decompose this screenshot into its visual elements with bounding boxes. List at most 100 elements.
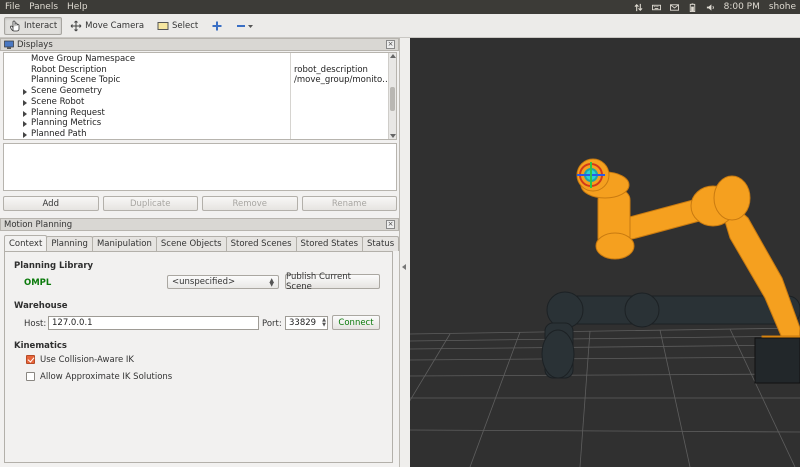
keyboard-icon[interactable] — [651, 3, 661, 12]
motion-planning-close-button[interactable]: × — [386, 220, 395, 229]
host-input[interactable]: 127.0.0.1 — [48, 316, 259, 330]
display-tree-row[interactable]: Scene Geometry — [4, 86, 390, 97]
tab-stored-scenes[interactable]: Stored Scenes — [225, 236, 297, 251]
port-spinbox[interactable]: 33829 ▲ ▼ — [285, 316, 328, 330]
planner-select-value: <unspecified> — [172, 277, 236, 287]
select-tool-button[interactable]: Select — [152, 17, 203, 35]
clock[interactable]: 8:00 PM — [724, 2, 760, 12]
tab-context[interactable]: Context — [4, 235, 48, 251]
displays-panel-header: Displays × — [0, 38, 399, 51]
orange-robot — [576, 158, 800, 384]
spin-arrows-icon[interactable]: ▲ ▼ — [322, 318, 326, 328]
display-tree-label: Scene Geometry — [31, 86, 103, 97]
expand-arrow-icon[interactable] — [23, 121, 27, 128]
menu-file[interactable]: File — [0, 2, 24, 12]
network-arrows-icon[interactable] — [634, 3, 643, 12]
warehouse-title: Warehouse — [14, 301, 68, 311]
user-name[interactable]: shohe — [769, 2, 796, 12]
mail-icon[interactable] — [669, 3, 679, 12]
tab-status[interactable]: Status — [362, 236, 400, 251]
display-tree-value[interactable]: robot_description — [294, 65, 368, 75]
port-value: 33829 — [289, 318, 317, 328]
display-tree-label: Robot Description — [31, 64, 107, 75]
menu-help[interactable]: Help — [62, 2, 92, 12]
displays-title: Displays — [17, 39, 53, 50]
display-tree-label: Planning Scene Topic — [31, 75, 121, 86]
displays-tree[interactable]: Move Group Namespace Robot Description rob… — [3, 52, 397, 140]
volume-icon[interactable] — [706, 3, 715, 12]
displays-scrollbar[interactable] — [388, 53, 396, 139]
host-label: Host: — [24, 319, 47, 329]
interact-tool-button[interactable]: Interact — [4, 16, 63, 35]
scrollbar-thumb[interactable] — [390, 87, 395, 111]
move-camera-tool-button[interactable]: Move Camera — [65, 17, 149, 35]
kinematics-title: Kinematics — [14, 341, 67, 351]
expand-arrow-icon[interactable] — [23, 89, 27, 96]
select-label: Select — [172, 20, 199, 31]
duplicate-display-button[interactable]: Duplicate — [102, 196, 198, 211]
battery-icon[interactable] — [688, 2, 697, 12]
minus-dropdown-icon — [237, 24, 254, 28]
display-tree-row[interactable]: Move Group Namespace — [4, 54, 390, 65]
display-description-box — [3, 143, 397, 191]
3d-viewport[interactable] — [410, 38, 800, 467]
menu-panels[interactable]: Panels — [24, 2, 62, 12]
tab-scene-objects[interactable]: Scene Objects — [155, 236, 227, 251]
display-tree-label: Planning Request — [31, 107, 105, 118]
motion-planning-panel-header: Motion Planning × — [0, 218, 399, 231]
crosshair-plus-icon — [212, 21, 222, 30]
tab-stored-states[interactable]: Stored States — [295, 236, 364, 251]
move-camera-icon — [70, 20, 82, 31]
display-tree-label: Planned Path — [31, 128, 87, 139]
remove-display-button[interactable]: Remove — [202, 196, 298, 211]
context-tab-body: Planning Library OMPL <unspecified> ▲ ▼ P… — [4, 251, 393, 463]
display-tree-row[interactable]: Scene Robot — [4, 97, 390, 108]
collision-aware-ik-checkbox[interactable] — [26, 355, 35, 364]
system-tray: 8:00 PM shohe — [634, 2, 800, 12]
connect-button[interactable]: Connect — [332, 315, 380, 330]
tab-planning[interactable]: Planning — [46, 236, 93, 251]
approx-ik-label: Allow Approximate IK Solutions — [40, 372, 173, 382]
dock-splitter[interactable] — [400, 38, 410, 467]
select-rectangle-icon — [157, 21, 169, 30]
approx-ik-checkbox[interactable] — [26, 372, 35, 381]
display-tree-row[interactable]: Robot Description robot_description — [4, 65, 390, 76]
collision-aware-ik-label: Use Collision-Aware IK — [40, 355, 135, 365]
expand-arrow-icon[interactable] — [23, 110, 27, 117]
add-display-button[interactable]: Add — [3, 196, 99, 211]
display-tree-label: Planning Metrics — [31, 118, 102, 129]
expand-arrow-icon[interactable] — [23, 99, 27, 106]
publish-current-scene-button[interactable]: Publish Current Scene — [285, 272, 380, 292]
expand-arrow-icon[interactable] — [23, 131, 27, 138]
collapse-arrow-icon[interactable] — [402, 264, 406, 270]
display-tree-label: Scene Robot — [31, 96, 85, 107]
monitor-icon — [4, 40, 14, 49]
scroll-down-arrow-icon[interactable] — [390, 134, 396, 138]
scroll-up-arrow-icon[interactable] — [390, 54, 396, 58]
rviz-toolbar: Interact Move Camera Select — [0, 14, 800, 38]
displays-button-row: Add Duplicate Remove Rename — [3, 196, 397, 211]
display-tree-value[interactable]: /move_group/monito… — [294, 75, 391, 85]
interact-label: Interact — [24, 20, 58, 31]
display-tree-row[interactable]: Planned Path — [4, 128, 390, 139]
display-tree-row[interactable]: Planning Scene Topic/move_group/monito… — [4, 75, 391, 86]
display-tree-row[interactable]: Planning Metrics — [4, 118, 390, 129]
planning-library-name: OMPL — [24, 278, 52, 288]
motion-planning-title: Motion Planning — [4, 219, 73, 230]
left-dock: Displays × Move Group Namespace Robot Des… — [0, 38, 400, 467]
hand-pointer-icon — [10, 20, 20, 31]
planner-select[interactable]: <unspecified> ▲ ▼ — [167, 275, 279, 289]
system-menubar: File Panels Help 8:00 PM shohe — [0, 0, 800, 14]
displays-close-button[interactable]: × — [386, 40, 395, 49]
tab-manipulation[interactable]: Manipulation — [91, 236, 157, 251]
add-tool-button[interactable] — [206, 17, 228, 35]
motion-planning-tabs: Context Planning Manipulation Scene Obje… — [4, 235, 400, 251]
move-camera-label: Move Camera — [85, 20, 145, 31]
rename-display-button[interactable]: Rename — [301, 196, 397, 211]
ground-grid — [410, 327, 800, 467]
port-label: Port: — [262, 319, 282, 329]
remove-tool-dropdown[interactable] — [231, 17, 259, 35]
display-tree-label: Move Group Namespace — [31, 54, 136, 64]
robot-scene — [410, 158, 800, 467]
display-tree-row[interactable]: Planning Request — [4, 108, 390, 119]
